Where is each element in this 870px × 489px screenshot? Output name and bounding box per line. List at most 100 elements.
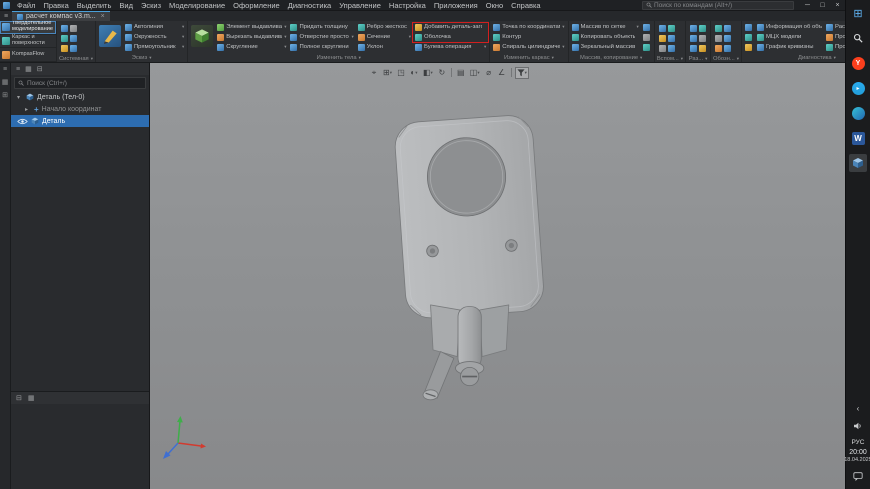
secondary-panel-grid-icon[interactable]: ▦ xyxy=(28,394,35,402)
simple-hole-button[interactable]: Отверстие простое ▾ xyxy=(289,32,354,42)
panel-params-toggle-icon[interactable]: ⊞ xyxy=(2,91,8,99)
aux-tool-icon[interactable] xyxy=(659,45,666,52)
mode-wireframe-surfaces[interactable]: Каркас и поверхности xyxy=(0,35,56,49)
notification-button[interactable] xyxy=(853,468,863,486)
panel-layers-toggle-icon[interactable]: ▦ xyxy=(2,78,9,86)
menu-applications[interactable]: Приложения xyxy=(430,1,482,10)
menu-sketch[interactable]: Эскиз xyxy=(137,1,165,10)
aux-tool-icon[interactable] xyxy=(659,25,666,32)
symbol-tool-icon[interactable] xyxy=(715,35,722,42)
target-snap-icon[interactable]: ⌖ xyxy=(368,67,380,79)
extrude-big-button[interactable] xyxy=(191,25,213,47)
browser-app-button[interactable]: Y xyxy=(849,54,867,72)
distance-angle-button[interactable]: Расстояние и угол xyxy=(825,22,845,32)
dimension-tool-icon[interactable] xyxy=(690,45,697,52)
tree-collapse-icon[interactable]: ⊟ xyxy=(37,65,43,73)
clock-date[interactable]: 18.04.2025 xyxy=(844,457,870,463)
copy-objects-button[interactable]: Копировать объекты xyxy=(571,32,640,42)
mode-kompasflow[interactable]: KompasFlow xyxy=(0,48,56,62)
tree-search-input[interactable] xyxy=(27,80,142,87)
menu-select[interactable]: Выделить xyxy=(73,1,116,10)
full-round-button[interactable]: Полное скругление xyxy=(289,42,354,52)
aux-tool-icon[interactable] xyxy=(668,25,675,32)
shell-button[interactable]: Оболочка xyxy=(414,32,487,42)
minimize-button[interactable]: ─ xyxy=(800,0,815,11)
system-tool-icon[interactable] xyxy=(70,45,77,52)
grid-display-icon[interactable]: ▤ xyxy=(455,67,467,79)
panel-tree-toggle-icon[interactable]: ≡ xyxy=(3,66,7,73)
system-tool-icon[interactable] xyxy=(61,45,68,52)
menu-view[interactable]: Вид xyxy=(115,1,137,10)
add-part-blank-button[interactable]: Добавить деталь-заготов... xyxy=(414,22,487,32)
menu-file[interactable]: Файл xyxy=(13,1,39,10)
system-tool-icon[interactable] xyxy=(70,35,77,42)
array-tool-icon[interactable] xyxy=(643,44,650,51)
symbol-tool-icon[interactable] xyxy=(715,45,722,52)
rectangle-button[interactable]: Прямоугольник ▾ xyxy=(124,42,185,52)
system-tool-icon[interactable] xyxy=(61,35,68,42)
group-label-dims[interactable]: Раз...▾ xyxy=(686,55,710,62)
interference-check-button[interactable]: Проверка пересечений xyxy=(825,32,845,42)
helix-button[interactable]: Спираль цилиндрическая ▾ xyxy=(492,42,565,52)
menu-help[interactable]: Справка xyxy=(507,1,544,10)
thicken-button[interactable]: Придать толщину xyxy=(289,22,354,32)
language-indicator[interactable]: РУС xyxy=(851,439,864,446)
expander-icon[interactable]: ▾ xyxy=(17,94,23,101)
extrude-button[interactable]: Элемент выдавливания ▾ xyxy=(216,22,287,32)
tree-item-origin[interactable]: ▸ + Начало координат xyxy=(11,103,149,115)
symbol-tool-icon[interactable] xyxy=(724,45,731,52)
menu-diagnostics[interactable]: Диагностика xyxy=(284,1,335,10)
curvature-graph-button[interactable]: График кривизны xyxy=(756,42,823,52)
diagnostics-tool-icon[interactable] xyxy=(745,44,752,51)
group-label-system[interactable]: Системная▾ xyxy=(57,55,95,62)
sketch-big-button[interactable] xyxy=(99,25,121,47)
section-button[interactable]: Сечение ▾ xyxy=(357,32,412,42)
volume-button[interactable] xyxy=(853,417,863,435)
point-by-coords-button[interactable]: Точка по координатам ▾ xyxy=(492,22,565,32)
tree-item-root[interactable]: ▾ Деталь (Тел-0) xyxy=(11,91,149,103)
command-search-input[interactable] xyxy=(654,2,790,9)
tab-menu-icon[interactable]: ≡ xyxy=(0,11,12,21)
symbol-tool-icon[interactable] xyxy=(715,25,722,32)
draft-button[interactable]: Уклон xyxy=(357,42,412,52)
group-label-diagnostics[interactable]: Диагностика▾ xyxy=(742,53,845,62)
dimension-tool-icon[interactable] xyxy=(690,25,697,32)
group-label-wireframe[interactable]: Изменить каркас▾ xyxy=(490,53,567,62)
system-tool-icon[interactable] xyxy=(70,25,77,32)
fillet-button[interactable]: Скругление ▾ xyxy=(216,42,287,52)
menu-window[interactable]: Окно xyxy=(482,1,507,10)
group-label-aux[interactable]: Вспом...▾ xyxy=(655,55,685,62)
rotate-view-icon[interactable]: ↻ xyxy=(436,67,448,79)
group-label-sketch[interactable]: Эскиз▾ xyxy=(96,53,187,62)
tree-item-part[interactable]: Деталь xyxy=(11,115,149,127)
object-info-button[interactable]: Информация об объекте xyxy=(756,22,823,32)
dimension-tool-icon[interactable] xyxy=(699,45,706,52)
aux-tool-icon[interactable] xyxy=(668,35,675,42)
menu-settings[interactable]: Настройка xyxy=(385,1,430,10)
menu-edit[interactable]: Правка xyxy=(39,1,72,10)
clock-time[interactable]: 20:00 xyxy=(849,449,867,456)
aux-tool-icon[interactable] xyxy=(659,35,666,42)
tree-search[interactable] xyxy=(14,77,146,89)
diagnostics-tool-icon[interactable] xyxy=(745,24,752,31)
dimension-tool-icon[interactable] xyxy=(699,35,706,42)
display-mode-icon[interactable]: ◐▾ xyxy=(408,67,420,79)
symbol-tool-icon[interactable] xyxy=(724,35,731,42)
section-view-icon[interactable]: ◧▾ xyxy=(421,67,435,79)
contour-button[interactable]: Контур xyxy=(492,32,565,42)
array-tool-icon[interactable] xyxy=(643,24,650,31)
mass-properties-button[interactable]: МЦХ модели xyxy=(756,32,823,42)
rib-button[interactable]: Ребро жесткости xyxy=(357,22,412,32)
document-tab[interactable]: расчет компас v3.m... × xyxy=(12,11,110,21)
maximize-button[interactable]: □ xyxy=(815,0,830,11)
tree-structure-icon[interactable]: ≡ xyxy=(16,66,20,73)
angle-measure-icon[interactable]: ∠ xyxy=(496,67,508,79)
group-label-symbols[interactable]: Обозн...▾ xyxy=(711,55,741,62)
circle-button[interactable]: Окружность ▾ xyxy=(124,32,185,42)
expander-icon[interactable]: ▸ xyxy=(25,106,31,113)
mirror-array-button[interactable]: Зеркальный массив xyxy=(571,42,640,52)
menu-layout[interactable]: Оформление xyxy=(229,1,284,10)
array-tool-icon[interactable] xyxy=(643,34,650,41)
tray-overflow-chevron[interactable]: ‹ xyxy=(857,404,860,413)
group-label-arrays[interactable]: Массив, копирование▾ xyxy=(569,53,654,62)
